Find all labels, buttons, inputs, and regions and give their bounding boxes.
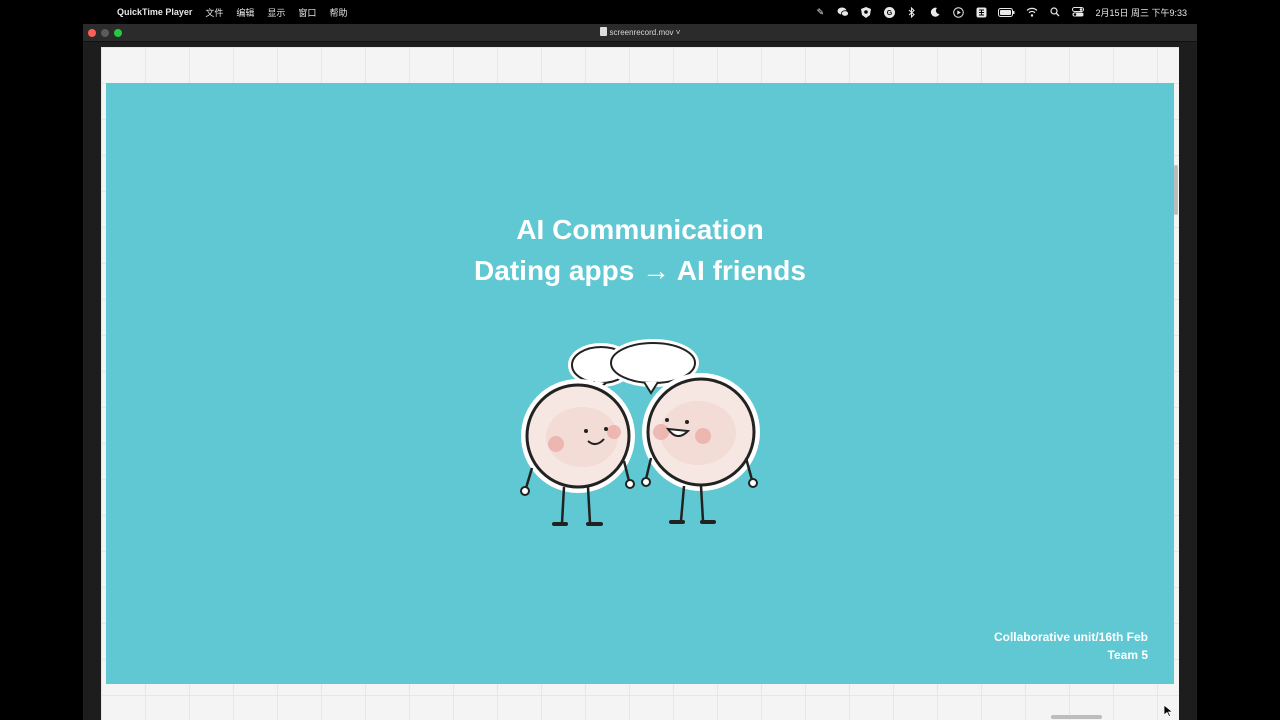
slide-title: AI Communication Dating apps → AI friend… [106,209,1174,291]
search-icon[interactable] [1049,6,1061,18]
horizontal-scrollbar-thumb[interactable] [1051,715,1102,719]
menu-bar-clock[interactable]: 2月15日 周三 下午9:33 [1095,6,1187,19]
status-area: ✎ G 2月15日 周三 下午9:33 [814,0,1187,24]
menu-edit[interactable]: 编辑 [236,6,254,19]
document-icon [599,27,607,36]
slide-footer: Collaborative unit/16th Feb Team 5 [994,628,1148,664]
wifi-icon[interactable] [1026,6,1038,18]
grammarly-icon[interactable]: G [883,6,895,18]
window-title-text: screenrecord.mov [609,28,674,37]
shield-icon[interactable] [860,6,872,18]
slide-title-line-1: AI Communication [516,214,764,245]
vertical-scrollbar-thumb[interactable] [1174,165,1178,215]
menu-view[interactable]: 显示 [267,6,285,19]
bluetooth-icon[interactable] [906,6,918,18]
menu-window[interactable]: 窗口 [298,6,316,19]
keyboard-icon[interactable] [975,6,987,18]
menu-bar: QuickTime Player 文件 编辑 显示 窗口 帮助 ✎ G 2月15… [0,0,1280,24]
play-icon[interactable] [952,6,964,18]
presentation-slide: AI Communication Dating apps → AI friend… [106,83,1174,684]
slide-title-line-2: Dating apps → AI friends [474,255,806,286]
right-character [641,373,760,524]
wechat-icon[interactable] [837,6,850,18]
left-character [520,379,635,526]
menu-help[interactable]: 帮助 [329,6,347,19]
window-title[interactable]: screenrecord.mov ˅ [83,26,1197,40]
pen-icon[interactable]: ✎ [814,6,826,18]
mouse-cursor-icon [1164,705,1173,717]
moon-icon[interactable] [929,6,941,18]
menu-file[interactable]: 文件 [205,6,223,19]
app-menu-quicktime[interactable]: QuickTime Player [117,7,192,17]
control-center-icon[interactable] [1072,6,1085,18]
svg-text:G: G [887,10,893,17]
window-titlebar[interactable]: screenrecord.mov ˅ [83,24,1197,42]
slide-footer-date: Collaborative unit/16th Feb [993,630,1148,644]
chatting-characters-illustration [520,339,760,526]
battery-icon[interactable] [998,6,1015,18]
slide-footer-team: Team 5 [1107,648,1148,662]
chevron-down-icon[interactable]: ˅ [674,28,681,37]
